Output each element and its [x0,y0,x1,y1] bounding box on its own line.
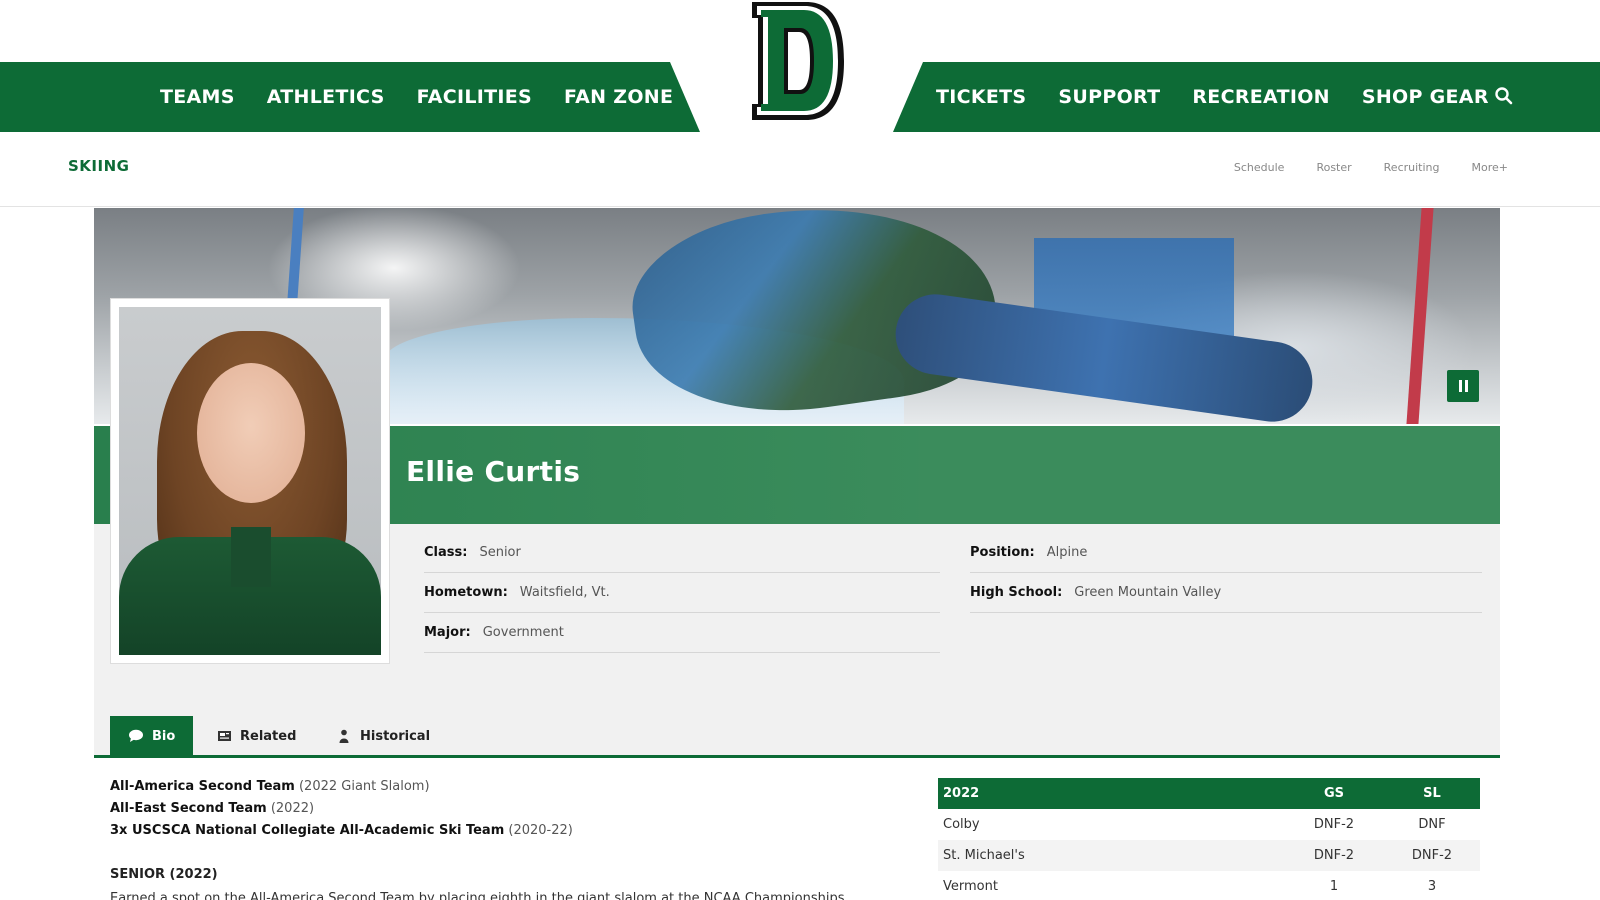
gate-pole-red [1406,208,1434,424]
result-opponent: Colby [943,817,980,832]
honor-item: All-East Second Team (2022) [110,798,910,820]
photo-collar [231,527,271,587]
info-hometown: Hometown: Waitsfield, Vt. [424,573,940,613]
nav-tickets[interactable]: TICKETS [936,86,1026,108]
info-position: Position: Alpine [970,533,1482,573]
search-icon[interactable] [1494,86,1514,106]
tab-underline [94,755,1500,758]
table-row: Colby DNF-2 DNF [938,809,1480,840]
nav-facilities[interactable]: FACILITIES [417,86,532,108]
position-label: Position: [970,545,1035,560]
results-sl-header: SL [1384,778,1480,809]
speech-bubble-icon [129,729,143,742]
high-school-value: Green Mountain Valley [1074,585,1222,600]
honor-item: All-America Second Team (2022 Giant Slal… [110,776,910,798]
player-photo [119,307,381,655]
bio-content: All-America Second Team (2022 Giant Slal… [110,776,910,900]
tab-related[interactable]: Related [198,716,314,756]
class-value: Senior [479,545,521,560]
sport-subnav: Schedule Roster Recruiting More+ [1202,161,1508,174]
nav-support[interactable]: SUPPORT [1058,86,1160,108]
nav-teams[interactable]: TEAMS [160,86,235,108]
honor-title: All-East Second Team [110,801,267,816]
tab-related-label: Related [240,728,297,744]
hometown-label: Hometown: [424,585,508,600]
hometown-value: Waitsfield, Vt. [519,585,610,600]
honor-detail: (2022) [270,801,315,816]
result-opponent: Vermont [943,879,998,894]
nav-recreation[interactable]: RECREATION [1192,86,1329,108]
pause-icon-bar [1464,380,1468,392]
table-row: Vermont 1 3 [938,871,1480,900]
result-sl: 3 [1427,879,1437,894]
results-table: 2022 GS SL Colby DNF-2 DNF St. Michael's… [938,778,1480,900]
table-row: St. Michael's DNF-2 DNF-2 [938,840,1480,871]
major-label: Major: [424,625,471,640]
sport-title[interactable]: SKIING [68,157,129,175]
result-gs: 1 [1329,879,1339,894]
major-value: Government [482,625,564,640]
photo-face [197,363,305,503]
results-year-header: 2022 [938,778,1284,809]
bio-paragraph: Earned a spot on the All-America Second … [110,891,845,900]
result-gs: DNF-2 [1284,840,1384,871]
class-label: Class: [424,545,468,560]
tab-bio[interactable]: Bio [110,716,194,756]
result-gs: DNF-2 [1313,817,1355,832]
honor-detail: (2020-22) [508,823,573,838]
results-gs-header: GS [1284,778,1384,809]
subnav-schedule[interactable]: Schedule [1234,161,1285,174]
nav-shop-gear[interactable]: SHOP GEAR [1362,86,1489,108]
honor-title: 3x USCSCA National Collegiate All-Academ… [110,823,505,838]
honor-title: All-America Second Team [110,779,295,794]
person-icon [339,729,349,743]
nav-fan-zone[interactable]: FAN ZONE [564,86,673,108]
nav-left-items: TEAMS ATHLETICS FACILITIES FAN ZONE [160,62,705,132]
info-high-school: High School: Green Mountain Valley [970,573,1482,613]
pause-icon [1458,380,1462,392]
newspaper-icon [218,731,231,741]
pause-button[interactable] [1447,370,1479,402]
info-major: Major: Government [424,613,940,653]
position-value: Alpine [1046,545,1088,560]
player-name: Ellie Curtis [406,455,581,488]
tab-historical-label: Historical [360,728,431,744]
result-sl: DNF [1418,817,1446,832]
results-header-row: 2022 GS SL [938,778,1480,809]
tab-historical[interactable]: Historical [318,716,448,756]
season-heading: SENIOR (2022) [110,867,218,882]
info-class: Class: Senior [424,533,940,573]
dartmouth-d-logo[interactable] [748,0,846,122]
nav-right-items: TICKETS SUPPORT RECREATION SHOP GEAR [936,62,1521,132]
subnav-more[interactable]: More+ [1472,161,1509,174]
high-school-label: High School: [970,585,1063,600]
subnav-recruiting[interactable]: Recruiting [1384,161,1440,174]
result-sl: DNF-2 [1384,840,1480,871]
nav-athletics[interactable]: ATHLETICS [267,86,385,108]
player-photo-frame [110,298,390,664]
tab-bio-label: Bio [152,728,176,744]
honor-detail: (2022 Giant Slalom) [298,779,430,794]
page: TEAMS ATHLETICS FACILITIES FAN ZONE TICK… [0,0,1600,900]
subnav-divider [0,206,1600,207]
honor-item: 3x USCSCA National Collegiate All-Academ… [110,820,910,842]
subnav-roster[interactable]: Roster [1316,161,1351,174]
result-opponent: St. Michael's [938,840,1284,871]
